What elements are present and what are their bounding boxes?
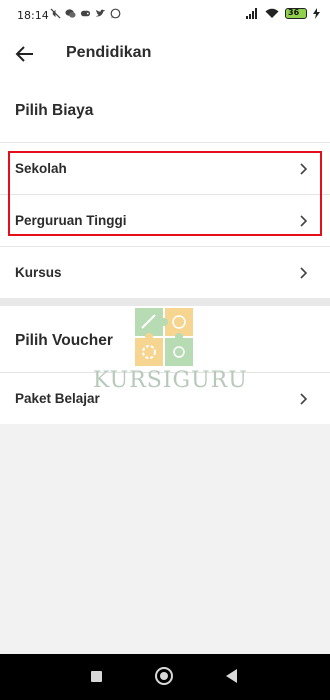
charging-icon [313, 8, 320, 19]
watermark-logo-icon [135, 308, 193, 366]
system-icons: 36 [246, 8, 320, 19]
back-arrow-icon[interactable] [14, 43, 36, 65]
watermark-text: KURSIGURU [93, 368, 248, 393]
wifi-icon [265, 8, 279, 18]
whatsapp-icon [110, 8, 121, 19]
notification-icons [50, 8, 121, 19]
page-title: Pendidikan [66, 44, 152, 61]
status-bar: 18:14 36 [0, 0, 330, 32]
section-title-pilih-voucher: Pilih Voucher [15, 332, 113, 349]
chevron-right-icon [300, 393, 308, 405]
signal-icon [246, 8, 257, 19]
app-bar: Pendidikan [0, 32, 330, 76]
list-item-label: Paket Belajar [15, 391, 100, 406]
navigation-bar [0, 654, 330, 700]
back-button[interactable] [226, 669, 237, 683]
home-button[interactable] [155, 667, 173, 685]
highlight-box [8, 151, 322, 236]
chat-icon [65, 9, 76, 18]
mute-icon [50, 8, 61, 19]
battery-icon: 36 [285, 8, 307, 19]
recents-button[interactable] [91, 671, 102, 682]
battery-level: 36 [288, 8, 300, 17]
twitter-icon [95, 9, 106, 17]
section-title-pilih-biaya: Pilih Biaya [15, 102, 94, 119]
section-divider [0, 298, 330, 306]
list-item-label: Kursus [15, 265, 62, 280]
chevron-right-icon [300, 267, 308, 279]
status-time: 18:14 [17, 9, 49, 22]
gamepad-icon [80, 10, 91, 17]
list-item-kursus[interactable]: Kursus [0, 246, 330, 298]
